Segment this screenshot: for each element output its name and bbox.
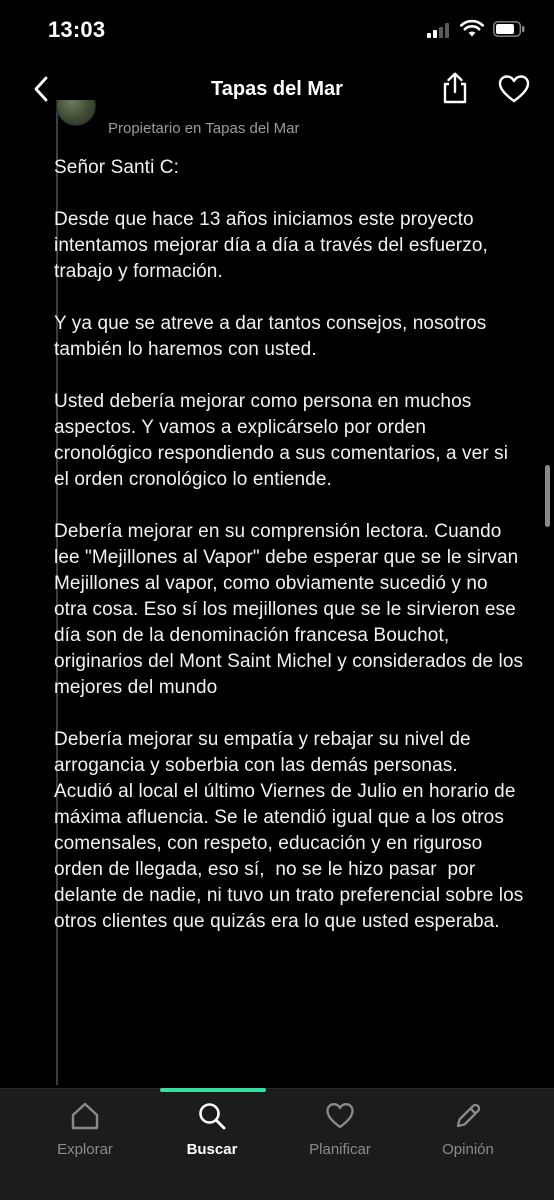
- screen: 13:03 Tapas del Mar Propietario en Tapas…: [0, 0, 554, 1200]
- tab-opinion[interactable]: Opinión: [408, 1101, 528, 1171]
- tab-bar: Explorar Buscar Planificar Opinión: [0, 1088, 554, 1200]
- tab-explorar[interactable]: Explorar: [25, 1101, 145, 1171]
- search-icon: [199, 1103, 226, 1130]
- battery-icon: [493, 21, 525, 37]
- tab-label: Buscar: [186, 1141, 238, 1158]
- scrollbar[interactable]: [545, 465, 550, 527]
- active-tab-indicator: [160, 1088, 266, 1092]
- tab-buscar[interactable]: Buscar: [152, 1101, 272, 1171]
- owner-avatar: [56, 100, 96, 126]
- page-title: Tapas del Mar: [211, 78, 343, 100]
- owner-role: Propietario en Tapas del Mar: [108, 120, 300, 137]
- reply-text: Señor Santi C: Desde que hace 13 años in…: [54, 157, 524, 932]
- pencil-icon: [456, 1103, 481, 1128]
- status-time: 13:03: [48, 17, 106, 42]
- home-icon: [71, 1102, 99, 1130]
- owner-reply: Propietario en Tapas del Mar Señor Santi…: [0, 100, 554, 1088]
- tab-label: Explorar: [57, 1141, 113, 1158]
- tab-planificar[interactable]: Planificar: [280, 1101, 400, 1171]
- cellular-signal-icon: [427, 22, 453, 38]
- tab-label: Planificar: [309, 1141, 371, 1158]
- status-bar: 13:03: [0, 0, 554, 62]
- wifi-icon: [460, 19, 484, 37]
- tab-label: Opinión: [442, 1141, 494, 1158]
- heart-icon: [326, 1103, 354, 1129]
